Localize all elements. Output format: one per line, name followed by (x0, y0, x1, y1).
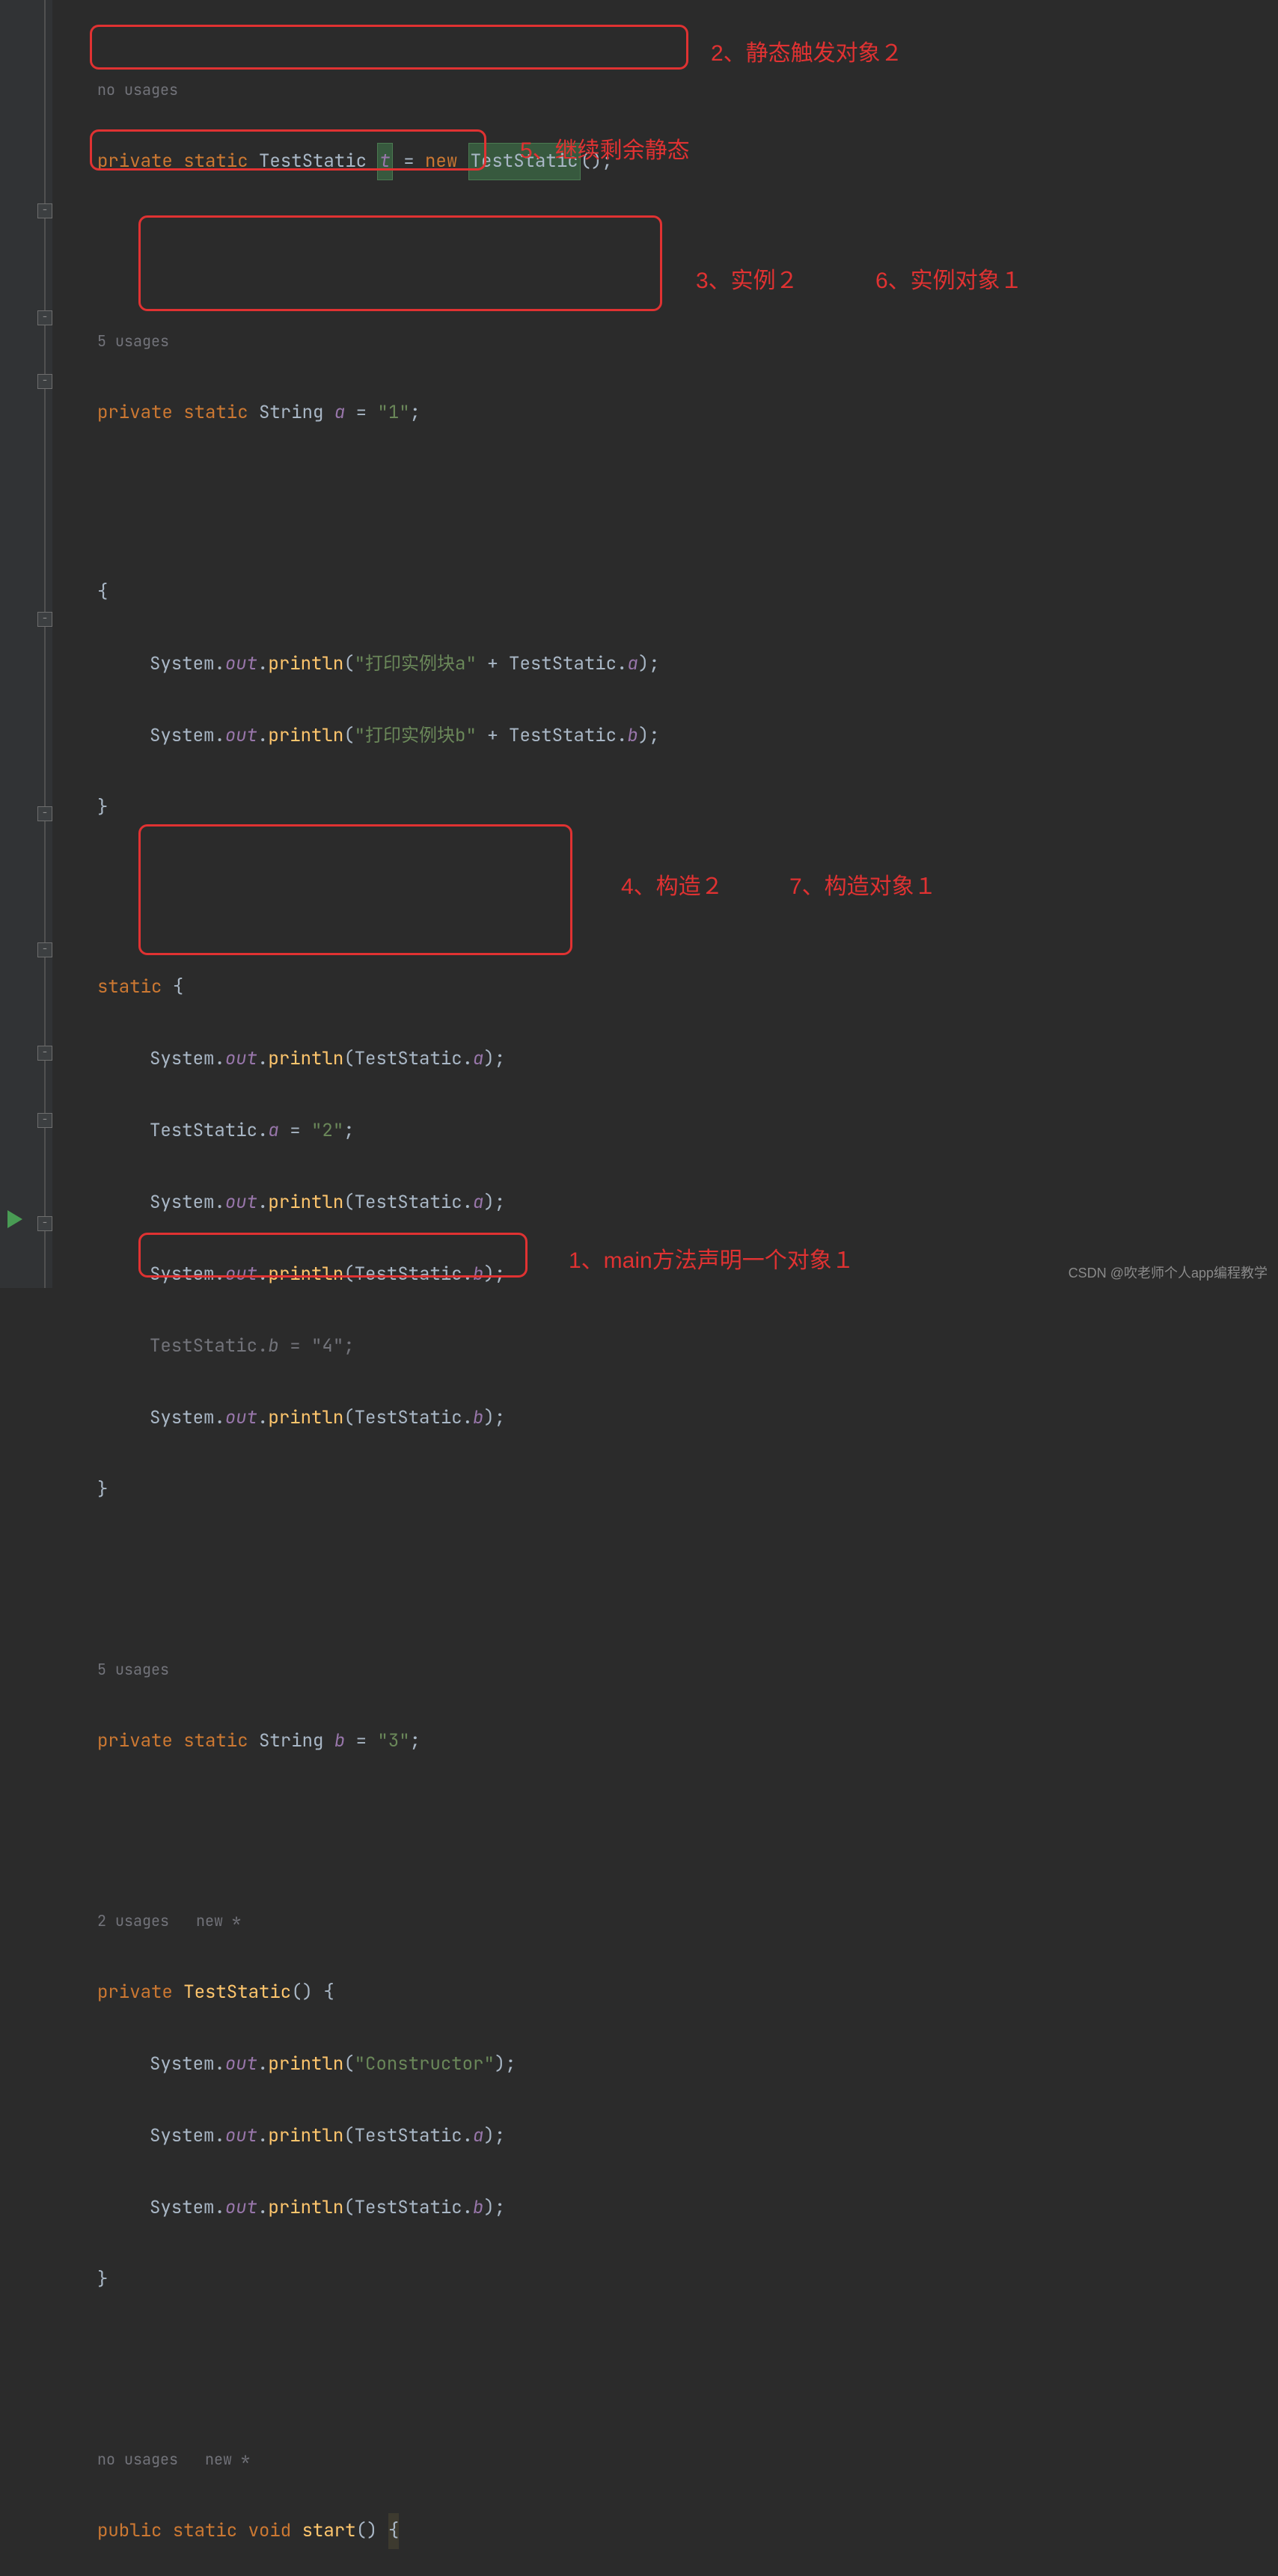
code-line[interactable]: TestStatic.b = "4"; (97, 1328, 1278, 1364)
annotation-text: 5、继续剩余静态 (520, 132, 690, 165)
annotation-text: 4、构造２ (621, 868, 724, 901)
annotation-text: 2、静态触发对象２ (711, 34, 903, 67)
code-line[interactable]: { (97, 574, 1278, 610)
annotation-text: 6、实例对象１ (875, 262, 1023, 295)
usage-hint: 5 usages (97, 323, 1278, 359)
code-line[interactable]: static { (97, 969, 1278, 1005)
code-line[interactable]: private static String a = "1"; (97, 395, 1278, 431)
usage-hint: 5 usages (97, 1652, 1278, 1687)
code-line[interactable]: System.out.println(TestStatic.b); (97, 1400, 1278, 1436)
code-line[interactable]: private static String b = "3"; (97, 1723, 1278, 1759)
annotation-text: 3、实例２ (696, 262, 798, 295)
fold-toggle-icon[interactable]: − (37, 203, 52, 218)
code-line[interactable]: private TestStatic() { (97, 1975, 1278, 2011)
code-line[interactable]: } (97, 2262, 1278, 2298)
usage-hint: no usages (97, 72, 1278, 108)
fold-toggle-icon[interactable]: − (37, 310, 52, 325)
gutter: − − − − − − − − − (0, 0, 52, 1288)
fold-toggle-icon[interactable]: − (37, 942, 52, 957)
annotation-text: 7、构造对象１ (789, 868, 937, 901)
fold-toggle-icon[interactable]: − (37, 806, 52, 821)
code-line[interactable]: System.out.println(TestStatic.b); (97, 2190, 1278, 2226)
code-line[interactable]: System.out.println("Constructor"); (97, 2046, 1278, 2082)
fold-toggle-icon[interactable]: − (37, 1046, 52, 1061)
run-gutter-icon[interactable] (7, 1210, 22, 1228)
fold-toggle-icon[interactable]: − (37, 374, 52, 389)
code-line[interactable]: System.out.println(TestStatic.a); (97, 1041, 1278, 1077)
code-line[interactable]: } (97, 1472, 1278, 1508)
fold-toggle-icon[interactable]: − (37, 1216, 52, 1231)
watermark: CSDN @吹老师个人app编程教学 (1068, 1263, 1268, 1282)
code-line[interactable]: System.out.println("打印实例块b" + TestStatic… (97, 718, 1278, 754)
usage-hint: 2 usages new * (97, 1903, 1278, 1939)
code-line[interactable]: public static void start() { (97, 2513, 1278, 2549)
fold-toggle-icon[interactable]: − (37, 612, 52, 627)
code-line[interactable]: System.out.println(TestStatic.a); (97, 2118, 1278, 2154)
usage-hint: no usages new * (97, 2441, 1278, 2477)
code-line[interactable]: } (97, 790, 1278, 826)
code-editor[interactable]: no usages private static TestStatic t = … (97, 0, 1278, 2576)
code-line[interactable]: System.out.println("打印实例块a" + TestStatic… (97, 646, 1278, 682)
code-line[interactable]: TestStatic.a = "2"; (97, 1113, 1278, 1149)
annotation-text: 1、main方法声明一个对象１ (569, 1242, 854, 1275)
fold-toggle-icon[interactable]: − (37, 1113, 52, 1128)
code-line[interactable]: System.out.println(TestStatic.a); (97, 1185, 1278, 1221)
